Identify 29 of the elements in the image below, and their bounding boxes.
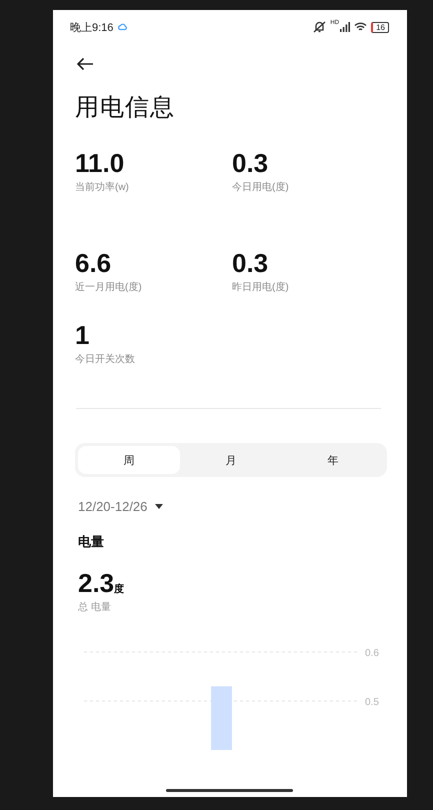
wifi-icon (354, 22, 368, 32)
cloud-icon (118, 23, 128, 31)
stat-label: 今日开关次数 (75, 352, 135, 366)
dropdown-caret-icon[interactable] (155, 504, 164, 510)
period-tab[interactable]: 年 (282, 446, 384, 474)
y-tick-label: 0.5 (365, 697, 379, 708)
period-tab[interactable]: 周 (78, 446, 180, 474)
total-label: 总 电量 (78, 600, 112, 614)
y-tick-label: 0.6 (365, 648, 379, 659)
mute-bell-icon (313, 21, 326, 33)
stat-value: 0.3 (232, 248, 268, 278)
stat-value: 0.3 (232, 148, 268, 178)
battery-indicator: 16 (371, 22, 389, 32)
total-value: 2.3 (78, 568, 114, 598)
section-title: 电量 (78, 533, 105, 551)
period-tab[interactable]: 月 (180, 446, 282, 474)
stat-label: 近一月用电(度) (75, 280, 142, 294)
page-title: 用电信息 (75, 93, 176, 123)
status-time: 晚上9:16 (70, 20, 114, 34)
stat-label: 今日用电(度) (232, 180, 289, 194)
stat-label: 当前功率(w) (75, 180, 129, 194)
stat-value: 6.6 (75, 248, 112, 278)
stat-value: 1 (75, 320, 90, 350)
stat-value: 11.0 (75, 148, 124, 178)
date-range[interactable]: 12/20-12/26 (78, 499, 148, 514)
stat-label: 昨日用电(度) (232, 280, 289, 294)
total-unit: 度 (114, 582, 124, 596)
signal-icon (340, 22, 350, 32)
back-arrow-icon[interactable] (76, 57, 94, 71)
